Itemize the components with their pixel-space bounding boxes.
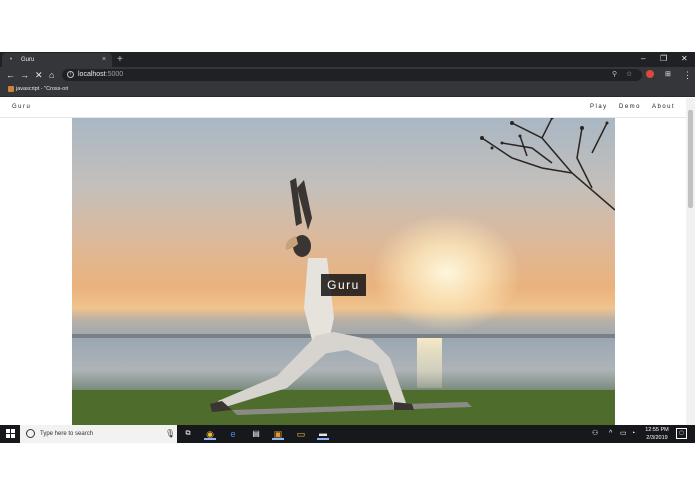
extension-puzzle-icon[interactable]: ⊞: [665, 69, 671, 81]
stop-icon[interactable]: ✕: [35, 69, 43, 81]
battery-icon[interactable]: ▭: [620, 429, 627, 439]
notification-icon[interactable]: ▢: [676, 428, 687, 439]
clock-date: 2/3/2019: [646, 435, 668, 441]
bookmark-item[interactable]: javascript - "Cross-ori: [16, 85, 68, 94]
site-brand[interactable]: Guru: [12, 103, 31, 112]
url-text: localhost:5000: [78, 70, 123, 80]
restore-button[interactable]: ❐: [660, 54, 667, 64]
scrollbar-thumb[interactable]: [688, 110, 693, 208]
tray-chevron-icon[interactable]: ^: [609, 429, 612, 439]
bookmarks-bar: javascript - "Cross-ori: [0, 83, 695, 97]
yoga-silhouette: [72, 118, 615, 425]
info-icon[interactable]: i: [67, 71, 74, 78]
taskbar-search-box[interactable]: Type here to search 🎙: [20, 425, 177, 443]
windows-start-icon[interactable]: [6, 429, 16, 439]
hero-title: Guru: [321, 274, 366, 296]
new-tab-button[interactable]: +: [117, 54, 123, 65]
zoom-icon[interactable]: ⚲: [612, 70, 617, 80]
tab-favicon-icon: •: [9, 56, 13, 63]
extension-icon[interactable]: [646, 70, 654, 78]
screen: • Guru × + – ❐ ✕ ← → ✕ ⌂ i localhost:500…: [0, 52, 695, 443]
clock-time: 12:55 PM: [645, 427, 669, 433]
cortana-icon: [26, 429, 35, 438]
browser-tab[interactable]: • Guru ×: [2, 53, 112, 67]
task-view-icon[interactable]: ⧉: [182, 428, 194, 440]
back-icon[interactable]: ←: [6, 69, 15, 81]
taskbar-clock[interactable]: 12:55 PM 2/3/2019: [641, 426, 673, 442]
forward-icon[interactable]: →: [20, 69, 29, 81]
address-bar[interactable]: i localhost:5000 ⚲ ☆: [62, 69, 642, 81]
hero-image: Guru: [72, 118, 615, 425]
star-icon[interactable]: ☆: [626, 70, 632, 80]
nav-link-play[interactable]: Play: [590, 103, 608, 112]
edge-taskbar-icon[interactable]: e: [227, 428, 239, 440]
url-host: localhost: [78, 71, 106, 78]
site-navbar: Guru Play Demo About: [0, 98, 686, 118]
wifi-icon[interactable]: ◔: [631, 429, 635, 439]
web-page: Guru Play Demo About Guru: [0, 98, 686, 425]
nav-link-demo[interactable]: Demo: [619, 103, 641, 112]
tab-title: Guru: [21, 57, 35, 63]
url-port: :5000: [105, 71, 124, 78]
tab-strip: • Guru × + – ❐ ✕: [0, 52, 695, 67]
nav-link-about[interactable]: About: [652, 103, 675, 112]
minimize-button[interactable]: –: [641, 54, 645, 64]
window-close-button[interactable]: ✕: [681, 54, 688, 64]
page-scrollbar[interactable]: [686, 98, 695, 425]
app-taskbar-icon[interactable]: ▣: [272, 428, 284, 440]
people-icon[interactable]: ⚇: [592, 429, 598, 439]
microphone-icon[interactable]: 🎙: [165, 428, 175, 439]
chrome-taskbar-icon[interactable]: ◉: [204, 428, 216, 440]
tab-close-button[interactable]: ×: [100, 56, 108, 64]
menu-icon[interactable]: ⋮: [683, 69, 692, 81]
terminal-taskbar-icon[interactable]: ▬: [317, 428, 329, 440]
browser-toolbar: ← → ✕ ⌂ i localhost:5000 ⚲ ☆ ⊞ ⋮: [0, 67, 695, 83]
bookmark-favicon-icon: [8, 86, 14, 92]
file-explorer-icon[interactable]: ▭: [295, 428, 307, 440]
windows-taskbar: Type here to search 🎙 ⧉ ◉ e ▤ ▣ ▭ ▬ ⚇ ^ …: [0, 425, 695, 443]
home-icon[interactable]: ⌂: [49, 69, 54, 81]
taskbar-search-placeholder: Type here to search: [40, 431, 94, 437]
notes-taskbar-icon[interactable]: ▤: [250, 428, 262, 440]
